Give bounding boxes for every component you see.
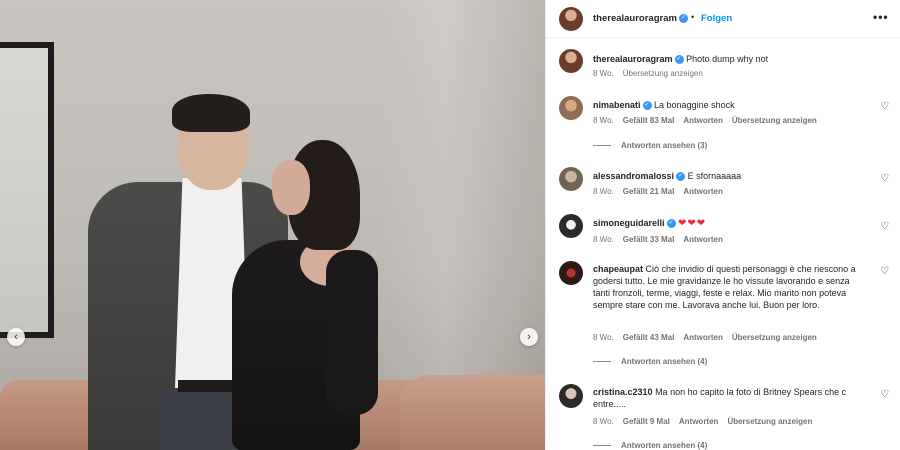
carousel-prev-button[interactable]: ‹: [7, 328, 25, 346]
caption-meta: 8 Wo. Übersetzung anzeigen: [593, 69, 712, 78]
separator-dot: •: [691, 12, 695, 22]
sofa-arm: [400, 375, 545, 450]
username-label[interactable]: alessandromalossi: [593, 171, 674, 181]
post-author[interactable]: therealauroragram ✓: [593, 13, 688, 24]
post-header: therealauroragram ✓ • Folgen •••: [546, 0, 900, 38]
avatar[interactable]: [559, 261, 583, 285]
carousel-next-button[interactable]: ›: [520, 328, 538, 346]
comment-text: nimabenati ✓ La bonaggine shock: [593, 99, 868, 111]
verified-icon: ✓: [642, 101, 652, 111]
comment-text: chapeaupat Ciò che invidio di questi per…: [593, 263, 868, 311]
view-replies-button[interactable]: Antworten ansehen (3): [593, 141, 707, 150]
comment-meta: 8 Wo. Gefällt 21 Mal Antworten: [593, 187, 732, 196]
username-label[interactable]: therealauroragram: [593, 54, 673, 64]
follow-button[interactable]: Folgen: [701, 13, 732, 24]
timestamp[interactable]: 8 Wo.: [593, 417, 614, 426]
view-replies-label: Antworten ansehen (3): [621, 141, 708, 150]
likes-count[interactable]: Gefällt 83 Mal: [623, 116, 675, 125]
timestamp[interactable]: 8 Wo.: [593, 333, 614, 342]
verified-icon: ✓: [676, 172, 686, 182]
view-replies-button[interactable]: Antworten ansehen (4): [593, 357, 707, 366]
likes-count[interactable]: Gefällt 9 Mal: [623, 417, 670, 426]
view-replies-label: Antworten ansehen (4): [621, 357, 708, 366]
divider: [593, 445, 611, 447]
username-label[interactable]: chapeaupat: [593, 264, 643, 274]
heart-icon[interactable]: ♡: [880, 221, 889, 232]
avatar[interactable]: [559, 384, 583, 408]
reply-button[interactable]: Antworten: [679, 417, 719, 426]
comment-text: simoneguidarelli ✓ ❤❤❤: [593, 217, 868, 230]
man-hair: [172, 94, 250, 132]
avatar[interactable]: [559, 96, 583, 120]
woman-arm: [326, 250, 378, 415]
comment-text: cristina.c2310 Ma non ho capito la foto …: [593, 386, 868, 410]
reply-button[interactable]: Antworten: [683, 187, 723, 196]
username-label[interactable]: simoneguidarelli: [593, 218, 665, 228]
timestamp[interactable]: 8 Wo.: [593, 116, 614, 125]
comment-meta: 8 Wo. Gefällt 43 Mal Antworten Übersetzung …: [593, 333, 826, 342]
comments-panel: therealauroragram ✓ • Folgen ••• thereala…: [545, 0, 900, 450]
comment-meta: 8 Wo. Gefällt 33 Mal Antworten: [593, 235, 732, 244]
divider: [593, 145, 611, 147]
likes-count[interactable]: Gefällt 43 Mal: [623, 333, 675, 342]
avatar[interactable]: [559, 49, 583, 73]
heart-icon[interactable]: ♡: [880, 101, 889, 112]
comment-meta: 8 Wo. Gefällt 9 Mal Antworten Übersetzung a…: [593, 417, 821, 426]
view-replies-label: Antworten ansehen (4): [621, 441, 708, 450]
avatar[interactable]: [559, 214, 583, 238]
avatar[interactable]: [559, 7, 583, 31]
username-label[interactable]: nimabenati: [593, 100, 641, 110]
translate-link[interactable]: Übersetzung anzeigen: [732, 333, 817, 342]
username-label[interactable]: cristina.c2310: [593, 387, 653, 397]
verified-icon: ✓: [678, 13, 688, 23]
username-label[interactable]: therealauroragram: [593, 13, 677, 24]
caption-body: Photo dump why not: [686, 54, 769, 64]
heart-icon[interactable]: ♡: [880, 389, 889, 400]
chevron-right-icon: ›: [527, 331, 531, 343]
translate-link[interactable]: Übersetzung anzeigen: [623, 69, 703, 78]
comment-text: alessandromalossi ✓ E sfornaaaaa: [593, 170, 868, 182]
reply-button[interactable]: Antworten: [683, 116, 723, 125]
translate-link[interactable]: Übersetzung anzeigen: [727, 417, 812, 426]
view-replies-button[interactable]: Antworten ansehen (4): [593, 441, 707, 450]
avatar[interactable]: [559, 167, 583, 191]
comment-meta: 8 Wo. Gefällt 83 Mal Antworten Übersetzung …: [593, 116, 826, 125]
post-photo[interactable]: ‹ ›: [0, 0, 545, 450]
woman-face: [272, 160, 310, 215]
caption-text: therealauroragram ✓ Photo dump why not: [593, 53, 868, 65]
reply-button[interactable]: Antworten: [683, 333, 723, 342]
likes-count[interactable]: Gefällt 21 Mal: [623, 187, 675, 196]
chevron-left-icon: ‹: [14, 331, 18, 343]
verified-icon: ✓: [666, 219, 676, 229]
timestamp[interactable]: 8 Wo.: [593, 69, 614, 78]
heart-icon[interactable]: ♡: [880, 173, 889, 184]
heart-icon[interactable]: ♡: [880, 266, 889, 277]
more-options-icon[interactable]: •••: [873, 10, 889, 24]
verified-icon: ✓: [674, 55, 684, 65]
timestamp[interactable]: 8 Wo.: [593, 187, 614, 196]
translate-link[interactable]: Übersetzung anzeigen: [732, 116, 817, 125]
reply-button[interactable]: Antworten: [683, 235, 723, 244]
red-heart-icons: ❤❤❤: [678, 218, 707, 229]
comment-body: E sfornaaaaa: [687, 171, 742, 181]
divider: [593, 361, 611, 363]
timestamp[interactable]: 8 Wo.: [593, 235, 614, 244]
likes-count[interactable]: Gefällt 33 Mal: [623, 235, 675, 244]
comment-body: La bonaggine shock: [654, 100, 735, 110]
mirror-frame: [0, 42, 54, 338]
